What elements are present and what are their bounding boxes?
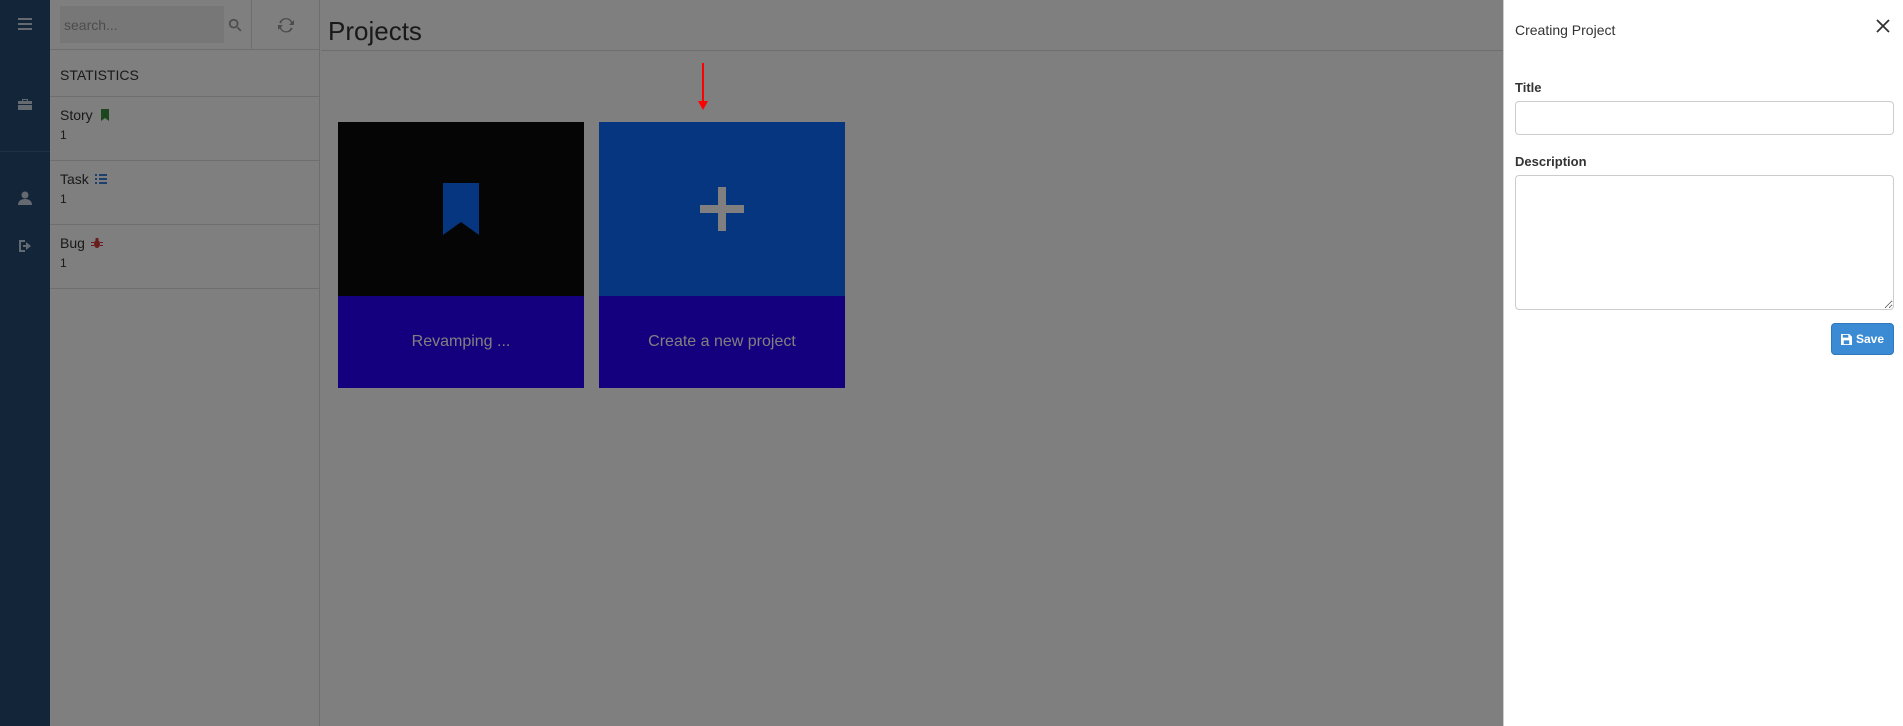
drawer-title: Creating Project [1515, 22, 1616, 38]
floppy-disk-icon [1840, 333, 1852, 345]
description-label: Description [1515, 154, 1587, 169]
save-button[interactable]: Save [1831, 323, 1894, 355]
create-project-drawer: Creating Project Title Description Save [1503, 0, 1903, 726]
description-field[interactable] [1515, 175, 1894, 310]
close-icon[interactable] [1875, 18, 1891, 34]
annotation-arrow-icon [698, 63, 708, 110]
title-field[interactable] [1515, 101, 1894, 135]
save-button-label: Save [1855, 332, 1885, 346]
title-label: Title [1515, 80, 1542, 95]
